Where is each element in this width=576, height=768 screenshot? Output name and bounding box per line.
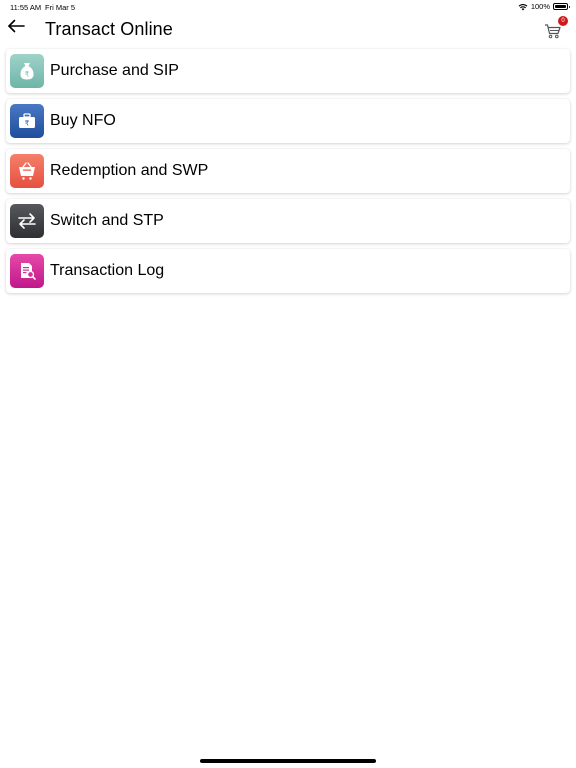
document-search-icon [10, 254, 44, 288]
menu-item-label: Redemption and SWP [50, 162, 209, 179]
svg-text:₹: ₹ [25, 71, 30, 79]
svg-text:₹: ₹ [25, 120, 30, 128]
menu-item-switch-stp[interactable]: Switch and STP [6, 199, 570, 243]
menu-item-buy-nfo[interactable]: ₹ Buy NFO [6, 99, 570, 143]
cart-button[interactable]: 0 [542, 16, 568, 40]
money-bag-icon: ₹ [10, 54, 44, 88]
page-title: Transact Online [45, 19, 173, 39]
menu-item-label: Purchase and SIP [50, 62, 179, 79]
basket-icon [10, 154, 44, 188]
status-date: Fri Mar 5 [45, 3, 75, 12]
header: Transact Online 0 [0, 14, 576, 44]
back-arrow-icon [7, 19, 25, 38]
status-time: 11:55 AM [10, 3, 42, 12]
wifi-icon [518, 3, 528, 11]
battery-icon [553, 3, 570, 10]
home-indicator[interactable] [200, 759, 376, 763]
menu-item-label: Buy NFO [50, 112, 116, 129]
menu-item-purchase-sip[interactable]: ₹ Purchase and SIP [6, 49, 570, 93]
menu-item-transaction-log[interactable]: Transaction Log [6, 249, 570, 293]
status-right: 100% [518, 2, 570, 11]
menu-item-redemption-swp[interactable]: Redemption and SWP [6, 149, 570, 193]
back-button[interactable] [6, 18, 26, 38]
battery-fill [555, 5, 566, 8]
briefcase-icon: ₹ [10, 104, 44, 138]
cart-count-badge: 0 [558, 16, 568, 26]
transact-menu: ₹ Purchase and SIP ₹ Buy NFO Redemption … [6, 49, 570, 299]
battery-percent: 100% [530, 2, 550, 11]
status-bar: 11:55 AM Fri Mar 5 100% [0, 0, 576, 14]
switch-arrows-icon [10, 204, 44, 238]
menu-item-label: Switch and STP [50, 212, 164, 229]
menu-item-label: Transaction Log [50, 262, 165, 279]
